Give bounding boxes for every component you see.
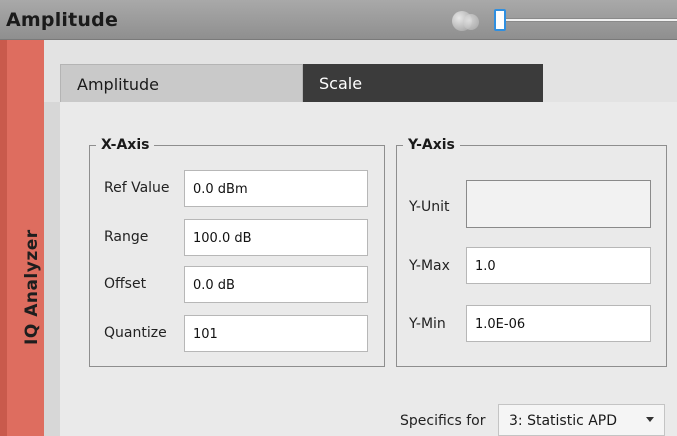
- application-sidebar: IQ Analyzer: [0, 40, 44, 436]
- tab-scale[interactable]: Scale: [303, 64, 543, 102]
- application-label: IQ Analyzer: [22, 229, 42, 345]
- transparency-slider-track[interactable]: [506, 18, 677, 22]
- x-axis-title: X-Axis: [96, 137, 155, 153]
- y-max-label: Y-Max: [409, 258, 450, 274]
- title-bar: Amplitude: [0, 0, 677, 40]
- sidebar-strip: [0, 40, 7, 436]
- chevron-down-icon[interactable]: [646, 417, 654, 422]
- ref-value-label: Ref Value: [104, 180, 170, 196]
- quantize-field[interactable]: 101: [184, 315, 368, 352]
- y-unit-field[interactable]: [466, 180, 651, 228]
- y-unit-label: Y-Unit: [409, 199, 450, 215]
- y-axis-title: Y-Axis: [403, 137, 460, 153]
- offset-field[interactable]: 0.0 dB: [184, 266, 368, 303]
- y-min-field[interactable]: 1.0E-06: [466, 305, 651, 342]
- range-label: Range: [104, 229, 149, 245]
- ref-value-field[interactable]: 0.0 dBm: [184, 170, 368, 207]
- transparency-orb-secondary-icon: [463, 14, 479, 30]
- specifics-dropdown[interactable]: 3: Statistic APD: [498, 404, 665, 436]
- range-field[interactable]: 100.0 dB: [184, 219, 368, 256]
- specifics-label: Specifics for: [400, 413, 486, 429]
- y-max-field[interactable]: 1.0: [466, 247, 651, 284]
- tab-amplitude[interactable]: Amplitude: [60, 64, 303, 102]
- window-title: Amplitude: [6, 9, 119, 31]
- offset-label: Offset: [104, 276, 147, 292]
- quantize-label: Quantize: [104, 325, 167, 341]
- transparency-slider-handle[interactable]: [494, 9, 506, 31]
- y-min-label: Y-Min: [409, 316, 446, 332]
- specifics-selected-value: 3: Statistic APD: [509, 413, 618, 429]
